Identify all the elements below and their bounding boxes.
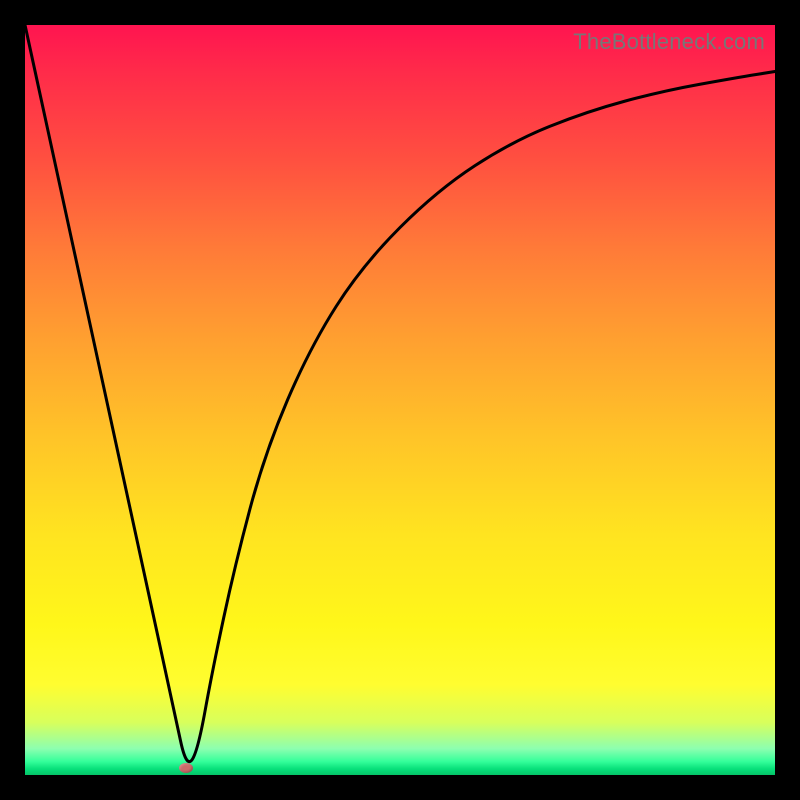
bottleneck-curve <box>25 25 775 762</box>
curve-svg <box>25 25 775 775</box>
plot-area: TheBottleneck.com <box>25 25 775 775</box>
chart-frame: TheBottleneck.com <box>0 0 800 800</box>
min-marker <box>179 763 193 773</box>
